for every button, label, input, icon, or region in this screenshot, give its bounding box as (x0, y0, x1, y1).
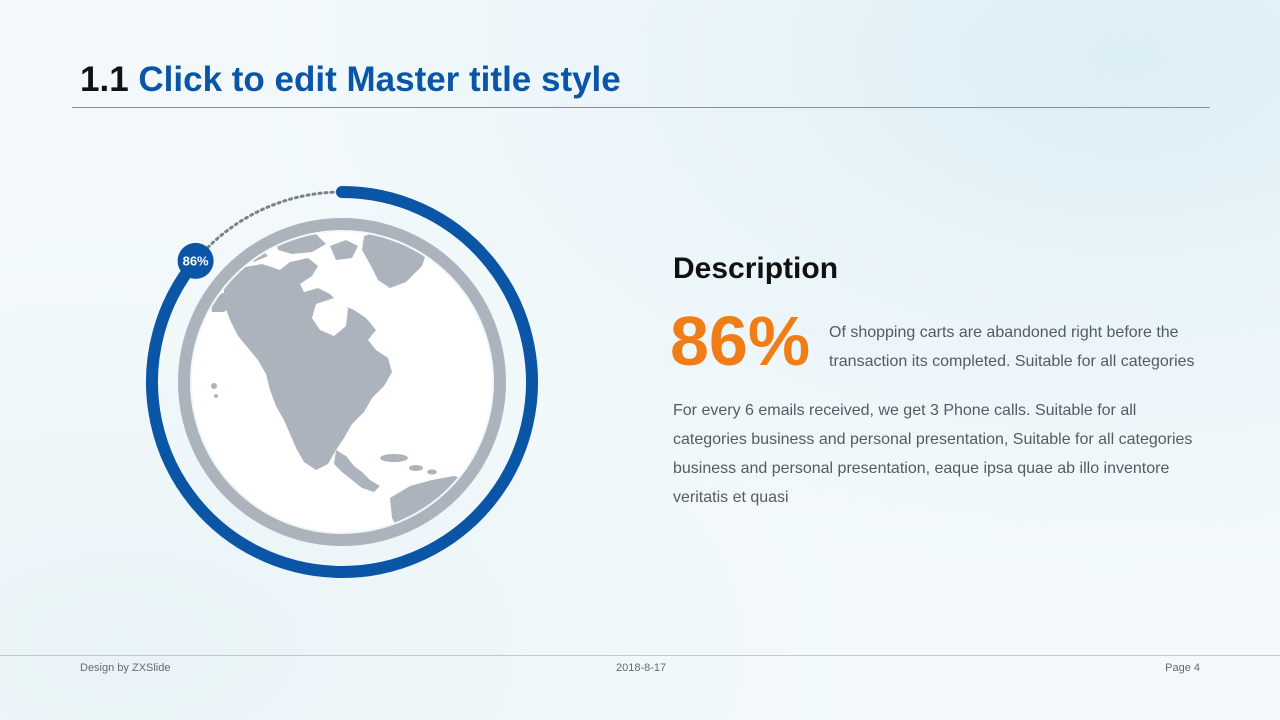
footer-page-number: Page 4 (1165, 662, 1200, 674)
footer-divider (0, 655, 1280, 656)
progress-globe: 86% (140, 180, 544, 584)
highlight-caption: Of shopping carts are abandoned right be… (829, 324, 1195, 370)
highlight-percentage: 86% (670, 302, 811, 380)
footer-credit: Design by ZXSlide (80, 662, 171, 674)
description-heading: Description (673, 252, 839, 285)
title-divider (72, 107, 1210, 108)
footer-date: 2018-8-17 (616, 662, 667, 674)
title-number: 1.1 (80, 60, 129, 99)
progress-badge: 86% (177, 242, 214, 279)
description-body: For every 6 emails received, we get 3 Ph… (673, 402, 1193, 506)
slide-title: 1.1 Click to edit Master title style (80, 58, 621, 102)
title-text: Click to edit Master title style (138, 60, 621, 99)
progress-ring-graphic: 86% (146, 186, 538, 578)
progress-badge-label: 86% (183, 253, 209, 268)
